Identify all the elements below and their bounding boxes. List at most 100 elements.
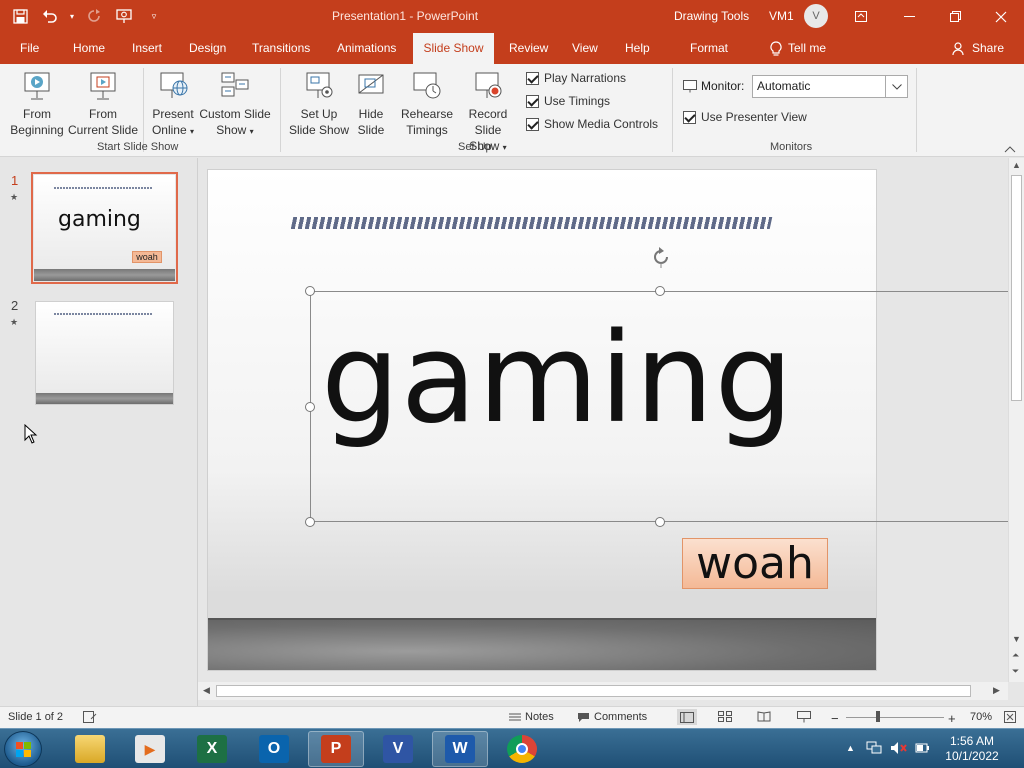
tray-expand-icon[interactable]: ▲ — [846, 743, 855, 753]
slide-thumbnail-1[interactable]: gaming woah — [31, 172, 178, 284]
resize-handle-top-left[interactable] — [305, 286, 315, 296]
rehearse-label-2: Timings — [406, 123, 448, 137]
tab-help[interactable]: Help — [619, 33, 656, 64]
from-current-label-1: From — [89, 107, 117, 121]
taskbar-excel[interactable]: X — [184, 731, 240, 767]
power-icon[interactable] — [914, 740, 930, 759]
resize-handle-top[interactable] — [655, 286, 665, 296]
taskbar-visio[interactable]: V — [370, 731, 426, 767]
next-slide-icon[interactable]: ⏷ — [1012, 666, 1019, 677]
taskbar-word[interactable]: W — [432, 731, 488, 767]
normal-view-icon[interactable] — [677, 709, 697, 725]
tab-design[interactable]: Design — [183, 33, 232, 64]
resize-handle-left[interactable] — [305, 402, 315, 412]
tab-home[interactable]: Home — [67, 33, 111, 64]
fit-slide-icon[interactable] — [1004, 711, 1016, 723]
slide-sorter-icon[interactable] — [718, 711, 732, 722]
from-current-slide-button[interactable]: From Current Slide — [67, 70, 139, 138]
thumbnail-floor — [36, 393, 173, 404]
user-name[interactable]: VM1 — [769, 9, 794, 23]
restore-icon[interactable] — [932, 0, 978, 33]
rotate-handle-icon[interactable] — [650, 246, 672, 268]
resize-handle-bottom-left[interactable] — [305, 517, 315, 527]
setup-show-label-2: Slide Show — [288, 123, 350, 137]
tab-insert[interactable]: Insert — [126, 33, 168, 64]
folder-icon — [75, 735, 105, 763]
volume-muted-icon[interactable] — [890, 741, 908, 758]
thumbnail-subtitle: woah — [132, 251, 162, 263]
ribbon-display-options-icon[interactable] — [838, 0, 884, 33]
close-icon[interactable] — [978, 0, 1024, 33]
scroll-up-icon[interactable]: ▲ — [1012, 160, 1021, 170]
taskbar-powerpoint[interactable]: P — [308, 731, 364, 767]
tab-view[interactable]: View — [566, 33, 604, 64]
show-media-controls-checkbox[interactable]: Show Media Controls — [526, 117, 658, 131]
tab-animations[interactable]: Animations — [331, 33, 402, 64]
lightbulb-icon — [770, 41, 782, 56]
hide-slide-button[interactable]: Hide Slide — [351, 70, 391, 138]
zoom-level[interactable]: 70% — [970, 711, 992, 723]
slide-subtitle-box[interactable]: woah — [682, 538, 828, 589]
scroll-down-icon[interactable]: ▼ — [1012, 634, 1021, 644]
present-online-button[interactable]: Present Online ▾ — [148, 70, 198, 140]
present-online-label-2-text: Online — [151, 123, 187, 137]
group-separator — [143, 68, 144, 152]
set-up-slide-show-button[interactable]: Set Up Slide Show — [288, 70, 350, 138]
use-timings-check[interactable] — [526, 94, 539, 108]
tab-format[interactable]: Format — [684, 33, 734, 64]
word-icon: W — [445, 735, 475, 763]
notes-button[interactable]: Notes — [509, 711, 554, 723]
stopwatch-icon — [413, 72, 441, 99]
system-clock[interactable]: 1:56 AM 10/1/2022 — [940, 734, 1004, 764]
horizontal-scroll-thumb[interactable] — [216, 685, 971, 697]
play-narrations-check[interactable] — [526, 71, 539, 85]
use-presenter-view-checkbox[interactable]: Use Presenter View — [683, 110, 807, 124]
avatar[interactable]: V — [804, 4, 828, 28]
group-label-monitors: Monitors — [770, 141, 813, 153]
scroll-left-icon[interactable]: ◀ — [203, 685, 210, 696]
use-presenter-view-check[interactable] — [683, 110, 696, 124]
play-narrations-checkbox[interactable]: Play Narrations — [526, 71, 626, 85]
scroll-right-icon[interactable]: ▶ — [993, 685, 1000, 696]
zoom-in-icon[interactable]: + — [948, 711, 956, 726]
accessibility-icon[interactable] — [83, 711, 97, 723]
minimize-icon[interactable] — [886, 0, 932, 33]
taskbar-chrome[interactable] — [494, 731, 550, 767]
share-button[interactable]: Share — [946, 33, 1010, 64]
previous-slide-icon[interactable]: ⏶ — [1012, 650, 1019, 661]
comments-button[interactable]: Comments — [577, 711, 647, 723]
custom-slide-show-button[interactable]: Custom Slide Show ▾ — [198, 70, 272, 140]
vertical-scrollbar[interactable]: ▲ ▼ ⏶ ⏷ — [1008, 158, 1024, 682]
collapse-ribbon-icon[interactable] — [1004, 144, 1016, 154]
globe-screen-icon — [160, 72, 188, 98]
start-button[interactable] — [4, 731, 42, 767]
monitor-select[interactable]: Automatic — [752, 75, 908, 98]
reading-view-icon[interactable] — [757, 711, 771, 722]
chevron-down-icon[interactable] — [885, 76, 907, 97]
selection-frame[interactable] — [310, 291, 1020, 522]
show-media-controls-check[interactable] — [526, 117, 539, 131]
resize-handle-bottom[interactable] — [655, 517, 665, 527]
tab-slide-show[interactable]: Slide Show — [413, 33, 494, 64]
tab-file[interactable]: File — [14, 33, 45, 64]
use-timings-checkbox[interactable]: Use Timings — [526, 94, 610, 108]
network-icon[interactable] — [866, 741, 882, 758]
tab-transitions[interactable]: Transitions — [246, 33, 316, 64]
horizontal-scrollbar[interactable]: ◀ ▶ — [198, 682, 1008, 700]
taskbar-file-explorer[interactable] — [62, 731, 118, 767]
rehearse-timings-button[interactable]: Rehearse Timings — [400, 70, 454, 138]
vertical-scroll-thumb[interactable] — [1011, 175, 1022, 401]
setup-show-label-1: Set Up — [300, 107, 338, 121]
taskbar-media-player[interactable]: ▶ — [122, 731, 178, 767]
zoom-out-icon[interactable]: − — [831, 711, 839, 726]
thumbnail-floor — [34, 269, 175, 281]
slide-thumbnail-2[interactable] — [35, 301, 174, 405]
tab-review[interactable]: Review — [503, 33, 554, 64]
from-beginning-button[interactable]: From Beginning — [8, 70, 66, 138]
zoom-slider[interactable] — [846, 717, 944, 718]
zoom-slider-thumb[interactable] — [876, 711, 880, 722]
tell-me-search[interactable]: Tell me — [764, 33, 832, 64]
clock-time: 1:56 AM — [949, 734, 995, 748]
slide-show-view-icon[interactable] — [797, 711, 811, 723]
taskbar-outlook[interactable]: O — [246, 731, 302, 767]
